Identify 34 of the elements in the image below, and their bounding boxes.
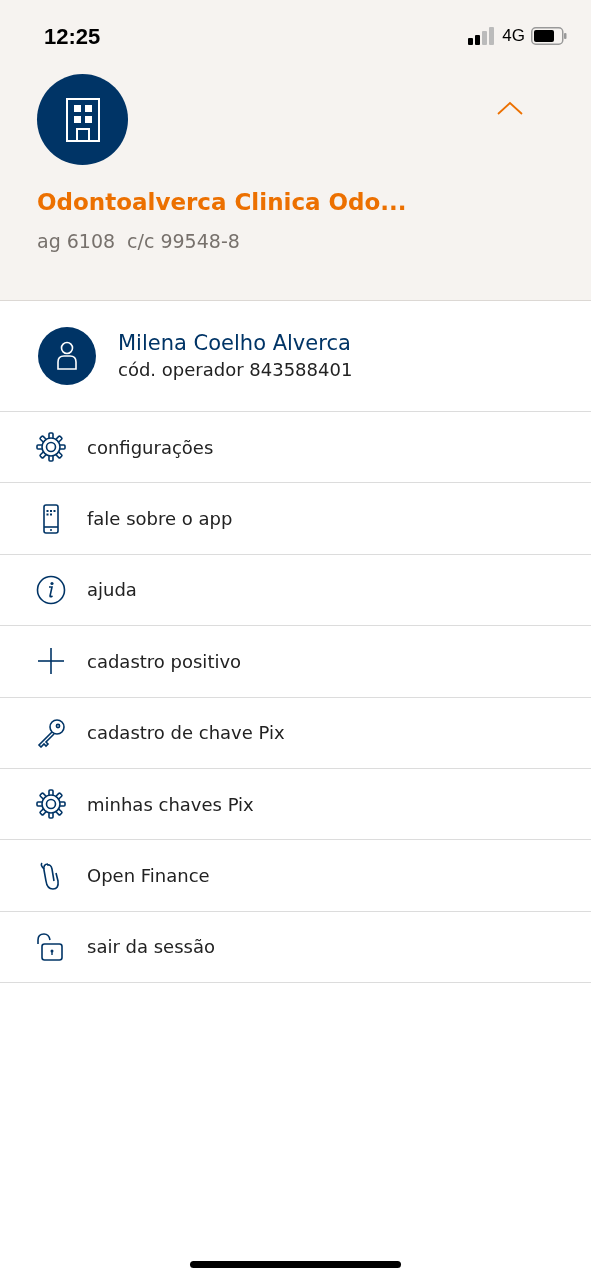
menu-item[interactable]: minhas chaves Pix (0, 768, 591, 841)
menu-label: cadastro positivo (87, 649, 242, 674)
menu-item[interactable]: fale sobre o app (0, 483, 591, 555)
info-icon (36, 574, 66, 605)
account-number: c/c 99548-8 (127, 229, 240, 254)
gear-icon (36, 432, 66, 463)
plus-icon (36, 646, 66, 677)
menu-label: ajuda (87, 578, 137, 603)
menu-label: fale sobre o app (87, 507, 233, 532)
menu-item[interactable]: sair da sessão (0, 911, 591, 984)
network-label: 4G (502, 25, 525, 48)
chevron-up-icon (497, 101, 523, 115)
menu-item[interactable]: Open Finance (0, 840, 591, 912)
company-name: Odontoalverca Clinica Odo... (36, 188, 408, 217)
menu-label: configurações (87, 435, 214, 460)
person-icon (56, 341, 78, 371)
menu-label: sair da sessão (87, 935, 215, 960)
operator-name: Milena Coelho Alverca (118, 330, 352, 357)
building-icon (65, 97, 100, 142)
operator-code: cód. operador 843588401 (118, 358, 353, 382)
menu-item[interactable]: ajuda (0, 554, 591, 627)
agency-number: ag 6108 (37, 229, 116, 254)
unlocked-lock-icon (36, 931, 66, 962)
menu-label: minhas chaves Pix (87, 792, 254, 817)
menu-label: Open Finance (87, 864, 210, 889)
signal-icon (468, 27, 497, 45)
status-time: 12:25 (44, 22, 101, 51)
key-icon (36, 717, 66, 748)
menu-label: cadastro de chave Pix (87, 721, 285, 746)
menu-item[interactable]: configurações (0, 412, 591, 484)
menu-item[interactable]: cadastro de chave Pix (0, 697, 591, 769)
menu-item[interactable]: cadastro positivo (0, 626, 591, 698)
battery-icon (531, 27, 567, 45)
gear-icon (36, 789, 66, 820)
